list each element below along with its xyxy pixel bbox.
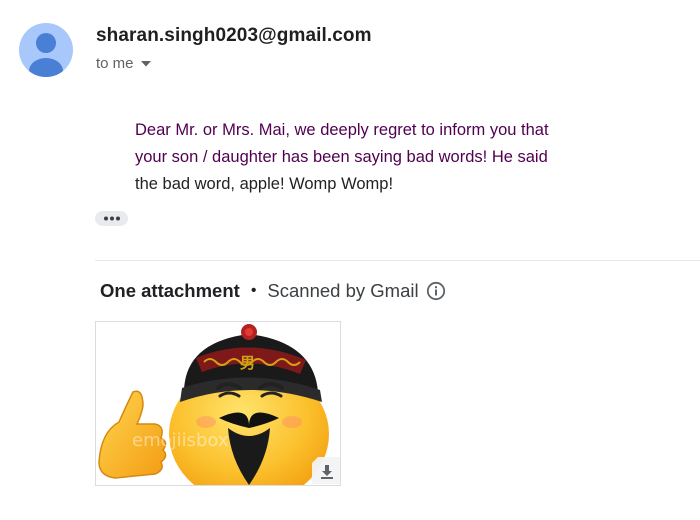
scanned-label: Scanned by Gmail bbox=[267, 280, 419, 301]
info-button[interactable] bbox=[426, 281, 446, 301]
more-horizontal-icon bbox=[103, 216, 120, 221]
image-watermark: emojiisbox bbox=[132, 430, 229, 451]
show-trimmed-content-button[interactable] bbox=[95, 211, 128, 226]
message-line-1: Dear Mr. or Mrs. Mai, we deeply regret t… bbox=[135, 121, 549, 139]
message-line-2: your son / daughter has been saying bad … bbox=[135, 148, 548, 166]
attachments-divider bbox=[95, 260, 700, 261]
caret-down-icon[interactable] bbox=[140, 60, 152, 68]
message-line-3: the bad word, apple! Womp Womp! bbox=[135, 175, 394, 193]
recipient-details-toggle[interactable]: to me bbox=[96, 55, 152, 72]
download-attachment-button[interactable] bbox=[312, 457, 340, 484]
attachments-header: One attachment • Scanned by Gmail bbox=[100, 280, 446, 302]
person-icon bbox=[29, 33, 63, 77]
attachment-thumbnail[interactable]: 男 emojiisbox bbox=[95, 321, 341, 486]
sender-avatar[interactable] bbox=[19, 23, 73, 77]
separator-dot: • bbox=[250, 282, 257, 299]
sender-email: sharan.singh0203@gmail.com bbox=[96, 25, 372, 46]
attachment-count: One attachment bbox=[100, 280, 240, 301]
download-icon bbox=[312, 457, 340, 484]
message-body: Dear Mr. or Mrs. Mai, we deeply regret t… bbox=[135, 117, 615, 198]
info-icon bbox=[426, 281, 445, 301]
emoji-thumbnail-image: 男 emojiisbox bbox=[98, 324, 329, 485]
hat-character: 男 bbox=[240, 354, 255, 372]
recipient-label: to me bbox=[96, 55, 134, 72]
